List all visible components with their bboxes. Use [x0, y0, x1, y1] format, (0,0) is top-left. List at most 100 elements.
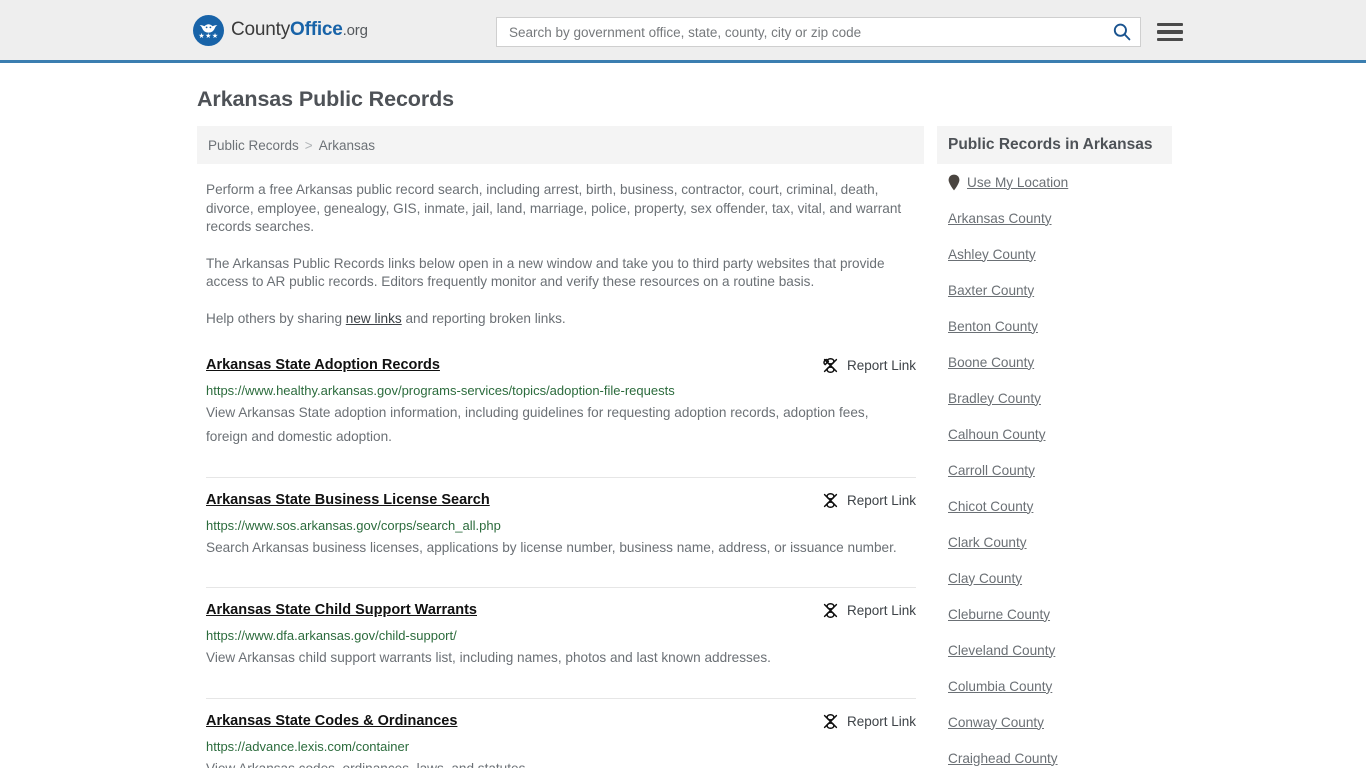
result-title-link[interactable]: Arkansas State Adoption Records — [206, 356, 440, 375]
intro-p3-before: Help others by sharing — [206, 310, 346, 326]
broken-link-icon — [823, 603, 838, 619]
result-header: Arkansas State Business License Search R… — [206, 491, 916, 510]
logo-text-county: County — [231, 19, 291, 40]
sidebar-item-county[interactable]: Clay County — [948, 560, 1172, 596]
search-box[interactable] — [496, 17, 1141, 47]
result-url[interactable]: https://www.healthy.arkansas.gov/program… — [206, 382, 916, 399]
search-input[interactable] — [507, 18, 1110, 46]
sidebar-item-county[interactable]: Carroll County — [948, 452, 1172, 488]
sidebar-heading: Public Records in Arkansas — [937, 126, 1172, 164]
intro-section: Perform a free Arkansas public record se… — [197, 181, 924, 328]
sidebar-item-label[interactable]: Arkansas County — [948, 211, 1052, 226]
new-links-link[interactable]: new links — [346, 311, 402, 326]
results-list: Arkansas State Adoption Records Report L… — [197, 350, 924, 768]
breadcrumb-item-public-records[interactable]: Public Records — [208, 138, 299, 153]
hamburger-menu-icon[interactable] — [1157, 22, 1183, 42]
broken-link-icon — [823, 492, 838, 508]
logo-wordmark: CountyOffice.org — [231, 19, 368, 41]
report-link-button[interactable]: Report Link — [822, 713, 916, 730]
result-description: View Arkansas child support warrants lis… — [206, 650, 771, 666]
site-logo[interactable]: ★★★ CountyOffice.org — [193, 14, 368, 46]
content-columns: Public Records > Arkansas Perform a free… — [0, 126, 1366, 768]
result-title-link[interactable]: Arkansas State Codes & Ordinances — [206, 712, 457, 731]
sidebar-item-county[interactable]: Baxter County — [948, 272, 1172, 308]
report-link-label: Report Link — [846, 603, 916, 619]
sidebar-item-county[interactable]: Craighead County — [948, 740, 1172, 768]
sidebar-item-county[interactable]: Boone County — [948, 344, 1172, 380]
breadcrumb-item-arkansas: Arkansas — [318, 137, 375, 153]
sidebar-item-label[interactable]: Conway County — [948, 715, 1044, 730]
intro-p3-after: and reporting broken links. — [401, 310, 566, 326]
sidebar-item-label[interactable]: Boone County — [948, 355, 1034, 370]
report-link-label: Report Link — [846, 492, 916, 508]
header-search-area — [496, 17, 1183, 47]
breadcrumb-separator: > — [304, 137, 313, 153]
logo-stars: ★★★ — [198, 32, 219, 40]
sidebar-item-county[interactable]: Chicot County — [948, 488, 1172, 524]
sidebar-item-county[interactable]: Calhoun County — [948, 416, 1172, 452]
result-header: Arkansas State Codes & Ordinances Report… — [206, 712, 916, 731]
sidebar-item-label[interactable]: Benton County — [948, 319, 1038, 334]
report-link-button[interactable]: Report Link — [822, 492, 916, 509]
hamburger-bar-1 — [1157, 22, 1183, 27]
sidebar-item-county[interactable]: Cleburne County — [948, 596, 1172, 632]
result-description: View Arkansas State adoption information… — [206, 405, 869, 444]
report-link-label: Report Link — [846, 358, 916, 373]
sidebar-item-county[interactable]: Cleveland County — [948, 632, 1172, 668]
result-title-link[interactable]: Arkansas State Business License Search — [206, 491, 490, 510]
sidebar-item-label[interactable]: Cleveland County — [948, 643, 1055, 658]
site-header: ★★★ CountyOffice.org — [0, 0, 1366, 63]
sidebar-item-county[interactable]: Clark County — [948, 524, 1172, 560]
table-row: Arkansas State Business License Search R… — [206, 476, 916, 588]
report-link-button[interactable]: Report Link — [822, 602, 916, 619]
sidebar-item-label[interactable]: Chicot County — [948, 499, 1033, 514]
logo-text-tld: .org — [342, 22, 368, 39]
sidebar-item-label[interactable]: Baxter County — [948, 283, 1034, 298]
sidebar-item-label[interactable]: Carroll County — [948, 463, 1035, 478]
report-link-button[interactable]: Report Link — [822, 357, 916, 374]
report-link-label: Report Link — [846, 713, 916, 729]
breadcrumb: Public Records > Arkansas — [197, 126, 924, 164]
sidebar-county-list: Use My Location Arkansas County Ashley C… — [937, 164, 1172, 768]
sidebar-item-label[interactable]: Calhoun County — [948, 427, 1046, 442]
main-column: Public Records > Arkansas Perform a free… — [197, 126, 924, 768]
result-description: Search Arkansas business licenses, appli… — [206, 539, 897, 555]
sidebar-item-county[interactable]: Benton County — [948, 308, 1172, 344]
result-header: Arkansas State Adoption Records Report L… — [206, 356, 916, 375]
hamburger-bar-2 — [1157, 30, 1183, 34]
sidebar-item-county[interactable]: Bradley County — [948, 380, 1172, 416]
sidebar-item-label[interactable]: Bradley County — [948, 391, 1041, 406]
broken-link-icon — [823, 357, 838, 374]
result-url[interactable]: https://www.dfa.arkansas.gov/child-suppo… — [206, 627, 916, 644]
page-title: Arkansas Public Records — [197, 87, 455, 111]
result-url[interactable]: https://www.sos.arkansas.gov/corps/searc… — [206, 517, 916, 534]
intro-paragraph-3: Help others by sharing new links and rep… — [206, 310, 916, 329]
sidebar-item-label[interactable]: Use My Location — [967, 175, 1068, 190]
result-header: Arkansas State Child Support Warrants Re… — [206, 601, 916, 620]
sidebar-item-label[interactable]: Ashley County — [948, 247, 1036, 262]
sidebar-item-use-my-location[interactable]: Use My Location — [948, 164, 1172, 200]
map-pin-icon — [948, 174, 960, 191]
countyoffice-logo-icon: ★★★ — [193, 14, 224, 46]
result-url[interactable]: https://advance.lexis.com/container — [206, 738, 916, 755]
sidebar-item-label[interactable]: Clark County — [948, 535, 1027, 550]
sidebar-item-county[interactable]: Columbia County — [948, 668, 1172, 704]
table-row: Arkansas State Child Support Warrants Re… — [206, 587, 916, 698]
result-title-link[interactable]: Arkansas State Child Support Warrants — [206, 601, 477, 620]
sidebar-item-label[interactable]: Craighead County — [948, 751, 1058, 766]
sidebar-item-label[interactable]: Cleburne County — [948, 607, 1050, 622]
page-body: Arkansas Public Records Public Records >… — [0, 87, 1366, 768]
search-button[interactable] — [1110, 22, 1134, 42]
broken-link-icon — [823, 713, 838, 729]
sidebar: Public Records in Arkansas Use My Locati… — [937, 126, 1172, 768]
table-row: Arkansas State Adoption Records Report L… — [206, 350, 916, 477]
sidebar-item-county[interactable]: Conway County — [948, 704, 1172, 740]
result-description: View Arkansas codes, ordinances, laws, a… — [206, 757, 906, 768]
sidebar-item-county[interactable]: Ashley County — [948, 236, 1172, 272]
sidebar-item-label[interactable]: Clay County — [948, 571, 1022, 586]
sidebar-item-label[interactable]: Columbia County — [948, 679, 1052, 694]
sidebar-item-county[interactable]: Arkansas County — [948, 200, 1172, 236]
table-row: Arkansas State Codes & Ordinances Report… — [206, 697, 916, 768]
hamburger-bar-3 — [1157, 37, 1183, 42]
search-icon — [1113, 23, 1131, 41]
